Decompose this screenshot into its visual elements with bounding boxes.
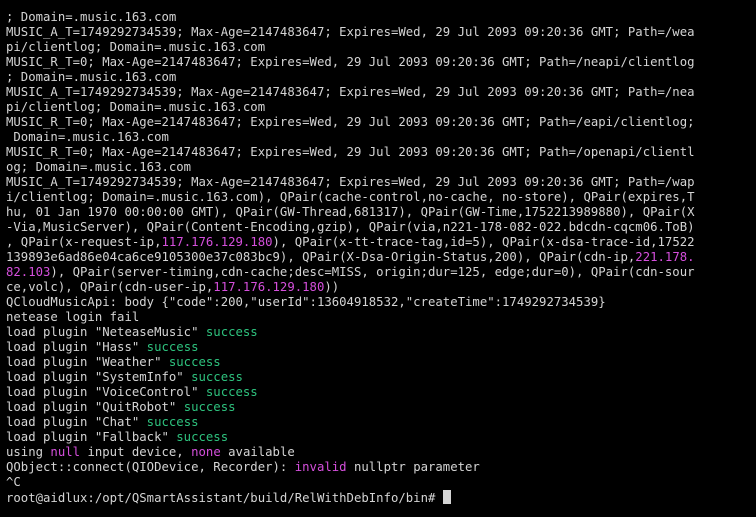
terminal-line: MUSIC_R_T=0; Max-Age=2147483647; Expires…: [6, 115, 750, 130]
terminal-output[interactable]: ; Domain=.music.163.com MUSIC_A_T=1749292…: [6, 10, 750, 505]
terminal-line: Domain=.music.163.com: [6, 130, 750, 145]
log-text: load plugin "SystemInfo": [6, 370, 192, 384]
ip-address: 82.103: [6, 265, 51, 279]
shell-prompt: root@aidlux:/opt/QSmartAssistant/build/R…: [6, 491, 443, 505]
terminal-line: 139893e6ad86e04ca6ce9105300e37c083bc9), …: [6, 250, 750, 265]
terminal-line: load plugin "Fallback" success: [6, 430, 750, 445]
terminal-line: QCloudMusicApi: body {"code":200,"userId…: [6, 295, 750, 310]
log-text: MUSIC_A_T=1749292734539; Max-Age=2147483…: [6, 85, 695, 99]
log-text: load plugin "NeteaseMusic": [6, 325, 206, 339]
highlighted-keyword: invalid: [294, 460, 347, 474]
highlighted-keyword: none: [191, 445, 221, 459]
log-text: , QPair(x-request-ip,: [6, 235, 162, 249]
terminal-line: load plugin "Chat" success: [6, 415, 750, 430]
log-text: load plugin "Hass": [6, 340, 147, 354]
log-text: i/clientlog; Domain=.music.163.com), QPa…: [6, 190, 695, 204]
terminal-line: using null input device, none available: [6, 445, 750, 460]
success-status: success: [205, 385, 258, 399]
success-status: success: [168, 355, 221, 369]
terminal-line: MUSIC_R_T=0; Max-Age=2147483647; Expires…: [6, 55, 750, 70]
log-text: ce,volc), QPair(cdn-user-ip,: [6, 280, 214, 294]
log-text: input device,: [80, 445, 192, 459]
log-text: using: [6, 445, 51, 459]
ip-address: 117.176.129.180: [161, 235, 273, 249]
log-text: ; Domain=.music.163.com: [6, 70, 177, 84]
terminal-line: ^C: [6, 475, 750, 490]
terminal-line: load plugin "Weather" success: [6, 355, 750, 370]
log-text: pi/clientlog; Domain=.music.163.com: [6, 40, 266, 54]
ip-address: 117.176.129.180: [213, 280, 325, 294]
log-text: ), QPair(x-tt-trace-tag,id=5), QPair(x-d…: [272, 235, 695, 249]
terminal-line: , QPair(x-request-ip,117.176.129.180), Q…: [6, 235, 750, 250]
success-status: success: [205, 325, 258, 339]
terminal-line: load plugin "QuitRobot" success: [6, 400, 750, 415]
log-text: nullptr parameter: [346, 460, 480, 474]
ip-address: 221.178.: [635, 250, 695, 264]
log-text: pi/clientlog; Domain=.music.163.com: [6, 100, 266, 114]
success-status: success: [146, 340, 199, 354]
log-text: load plugin "VoiceControl": [6, 385, 206, 399]
log-text: MUSIC_A_T=1749292734539; Max-Age=2147483…: [6, 175, 695, 189]
terminal-line: MUSIC_A_T=1749292734539; Max-Age=2147483…: [6, 175, 750, 190]
success-status: success: [183, 400, 236, 414]
shell-prompt-line[interactable]: root@aidlux:/opt/QSmartAssistant/build/R…: [6, 490, 750, 505]
log-text: ), QPair(server-timing,cdn-cache;desc=MI…: [50, 265, 695, 279]
terminal-line: -Via,MusicServer), QPair(Content-Encodin…: [6, 220, 750, 235]
terminal-line: load plugin "NeteaseMusic" success: [6, 325, 750, 340]
terminal-line: ce,volc), QPair(cdn-user-ip,117.176.129.…: [6, 280, 750, 295]
terminal-line: load plugin "SystemInfo" success: [6, 370, 750, 385]
log-text: og; Domain=.music.163.com: [6, 160, 192, 174]
terminal-line: MUSIC_A_T=1749292734539; Max-Age=2147483…: [6, 25, 750, 40]
terminal-line: ; Domain=.music.163.com: [6, 10, 750, 25]
success-status: success: [191, 370, 243, 384]
terminal-line: hu, 01 Jan 1970 00:00:00 GMT), QPair(GW-…: [6, 205, 750, 220]
terminal-line: load plugin "Hass" success: [6, 340, 750, 355]
log-text: load plugin "Chat": [6, 415, 147, 429]
terminal-line: pi/clientlog; Domain=.music.163.com: [6, 40, 750, 55]
log-text: )): [324, 280, 340, 294]
log-text: hu, 01 Jan 1970 00:00:00 GMT), QPair(GW-…: [6, 205, 695, 219]
terminal-line: i/clientlog; Domain=.music.163.com), QPa…: [6, 190, 750, 205]
log-text: MUSIC_R_T=0; Max-Age=2147483647; Expires…: [6, 55, 695, 69]
log-text: Domain=.music.163.com: [6, 130, 169, 144]
log-text: load plugin "Weather": [6, 355, 169, 369]
log-text: QObject::connect(QIODevice, Recorder):: [6, 460, 295, 474]
terminal-line: QObject::connect(QIODevice, Recorder): i…: [6, 460, 750, 475]
terminal-line: load plugin "VoiceControl" success: [6, 385, 750, 400]
terminal-line: ; Domain=.music.163.com: [6, 70, 750, 85]
text-cursor: [442, 490, 451, 504]
log-text: available: [220, 445, 295, 459]
success-status: success: [176, 430, 229, 444]
terminal-line: pi/clientlog; Domain=.music.163.com: [6, 100, 750, 115]
terminal-line: 82.103), QPair(server-timing,cdn-cache;d…: [6, 265, 750, 280]
terminal-line: MUSIC_A_T=1749292734539; Max-Age=2147483…: [6, 85, 750, 100]
success-status: success: [146, 415, 199, 429]
terminal-line: og; Domain=.music.163.com: [6, 160, 750, 175]
log-text: QCloudMusicApi: body {"code":200,"userId…: [6, 295, 606, 309]
log-text: ^C: [6, 475, 21, 489]
log-text: 139893e6ad86e04ca6ce9105300e37c083bc9), …: [6, 250, 636, 264]
log-text: -Via,MusicServer), QPair(Content-Encodin…: [6, 220, 695, 234]
log-text: MUSIC_R_T=0; Max-Age=2147483647; Expires…: [6, 115, 695, 129]
log-text: MUSIC_A_T=1749292734539; Max-Age=2147483…: [6, 25, 695, 39]
highlighted-keyword: null: [50, 445, 81, 459]
log-text: ; Domain=.music.163.com: [6, 10, 177, 24]
log-text: load plugin "QuitRobot": [6, 400, 184, 414]
terminal-line: netease login fail: [6, 310, 750, 325]
log-text: netease login fail: [6, 310, 140, 324]
log-text: load plugin "Fallback": [6, 430, 177, 444]
terminal-line: MUSIC_R_T=0; Max-Age=2147483647; Expires…: [6, 145, 750, 160]
log-text: MUSIC_R_T=0; Max-Age=2147483647; Expires…: [6, 145, 695, 159]
